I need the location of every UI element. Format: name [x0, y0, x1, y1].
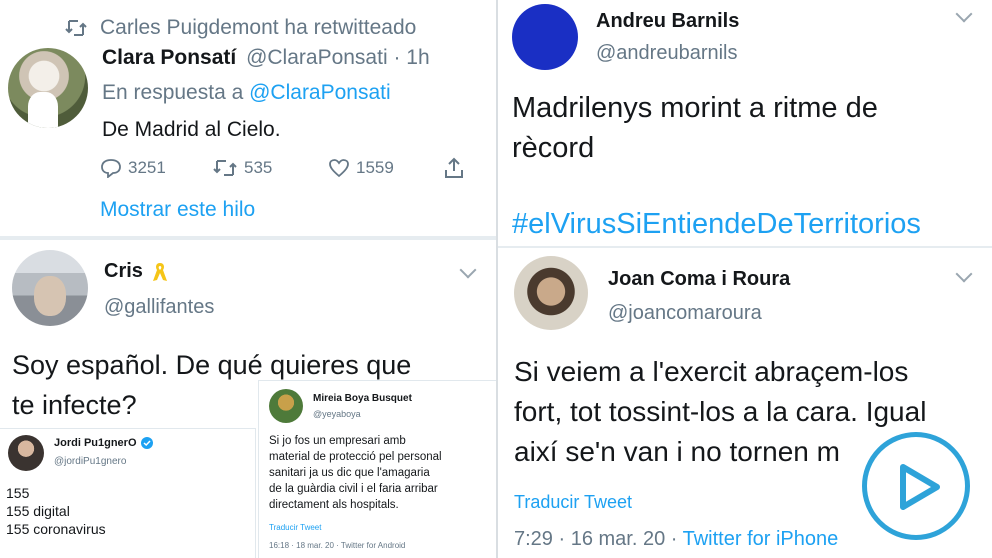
avatar[interactable] — [8, 48, 88, 128]
embedded-line-3: sanitari ja us dic que l'amagaria — [269, 467, 430, 479]
embedded-line-5: directament als hospitals. — [269, 499, 399, 511]
chevron-down-icon[interactable] — [955, 265, 973, 283]
like-count: 1559 — [356, 158, 394, 177]
collage-divider-right — [498, 246, 992, 248]
embedded-handle: @jordiPu1gnero — [54, 456, 127, 467]
avatar — [269, 389, 303, 423]
client-link[interactable]: Twitter for iPhone — [683, 528, 839, 550]
like-button[interactable]: 1559 — [328, 158, 394, 178]
retweet-icon — [213, 160, 237, 176]
tweet-text: De Madrid al Cielo. — [102, 118, 281, 141]
embedded-line-4: de la guàrdia civil i el faria arribar — [269, 483, 438, 495]
embedded-line-1: Si jo fos un empresari amb — [269, 435, 406, 447]
reply-context: En respuesta a @ClaraPonsati — [102, 81, 391, 104]
embedded-handle: @yeyaboya — [313, 409, 361, 419]
tweet-text-line-1: Si veiem a l'exercit abraçem-los — [514, 356, 909, 387]
reply-handle-link[interactable]: @ClaraPonsati — [249, 81, 391, 104]
retweet-button[interactable]: 535 — [212, 158, 272, 178]
avatar[interactable] — [514, 256, 588, 330]
avatar — [8, 435, 44, 471]
embedded-line-1: 155 — [6, 485, 30, 501]
tweet-meta: 7:29 · 16 mar. 20 · Twitter for iPhone — [514, 528, 839, 550]
embedded-author-name: Jordi Pu1gnerO — [54, 437, 137, 449]
embedded-author-name: Mireia Boya Busquet — [313, 393, 412, 404]
collage-divider-left — [0, 236, 496, 240]
chevron-down-icon[interactable] — [459, 261, 477, 279]
avatar[interactable] — [12, 250, 88, 326]
embedded-tweet-mireia[interactable]: Mireia Boya Busquet @yeyaboya Si jo fos … — [258, 380, 496, 558]
tweet-handle[interactable]: @andreubarnils — [596, 42, 738, 65]
tweet-panel-cris: Cris @gallifantes Soy español. De qué qu… — [0, 240, 496, 558]
tweet-panel-clara: Carles Puigdemont ha retwitteado Clara P… — [0, 0, 496, 236]
embedded-line-2: material de protecció pel personal — [269, 451, 442, 463]
show-thread-link[interactable]: Mostrar este hilo — [100, 198, 255, 222]
tweet-handle[interactable]: @joancomaroura — [608, 302, 762, 325]
tweet-handle[interactable]: @gallifantes — [104, 296, 214, 319]
tweet-author-name[interactable]: Cris — [104, 260, 169, 283]
tweet-text-line-2: te infecte? — [12, 390, 137, 420]
retweeted-by-note: Carles Puigdemont ha retwitteado — [100, 16, 417, 39]
tweet-text-line-1: Soy español. De qué quieres que — [12, 350, 412, 380]
reply-button[interactable]: 3251 — [100, 158, 166, 178]
play-button[interactable] — [862, 432, 970, 540]
share-icon[interactable] — [442, 156, 466, 180]
tweet-text-line-2: fort, tot tossint-los a la cara. Igual — [514, 396, 927, 427]
retweet-count: 535 — [244, 158, 273, 177]
tweet-author-name[interactable]: Joan Coma i Roura — [608, 268, 790, 291]
embedded-line-3: 155 coronavirus — [6, 521, 106, 537]
tweet-panel-andreu: Andreu Barnils @andreubarnils Madrilenys… — [498, 0, 992, 246]
yellow-ribbon-icon — [152, 262, 167, 281]
chevron-down-icon[interactable] — [955, 5, 973, 23]
embedded-tweet-jordi[interactable]: Jordi Pu1gnerO @jordiPu1gnero 155 155 di… — [0, 428, 256, 558]
embedded-translate-link[interactable]: Traducir Tweet — [269, 523, 321, 532]
like-icon — [329, 159, 349, 178]
reply-count: 3251 — [128, 158, 166, 177]
avatar[interactable] — [512, 4, 578, 70]
verified-icon — [140, 437, 153, 449]
collage-divider-vertical — [496, 0, 498, 558]
embedded-line-2: 155 digital — [6, 503, 70, 519]
tweet-text-line-2: rècord — [512, 132, 595, 164]
tweet-author-name[interactable]: Clara Ponsatí @ClaraPonsati · 1h — [102, 46, 430, 70]
tweet-author-name[interactable]: Andreu Barnils — [596, 10, 739, 33]
tweet-handle[interactable]: @ClaraPonsati · 1h — [246, 46, 430, 69]
play-icon — [900, 464, 940, 510]
translate-tweet-link[interactable]: Traducir Tweet — [514, 492, 632, 513]
tweet-text-line-1: Madrilenys morint a ritme de — [512, 92, 878, 124]
hashtag-link[interactable]: #elVirusSiEntiendeDeTerritorios — [512, 208, 921, 241]
tweet-text-line-3: així se'n van i no tornen m — [514, 436, 840, 467]
reply-icon — [101, 159, 121, 178]
retweet-icon — [65, 20, 87, 36]
embedded-meta: 16:18 · 18 mar. 20 · Twitter for Android — [269, 541, 406, 550]
